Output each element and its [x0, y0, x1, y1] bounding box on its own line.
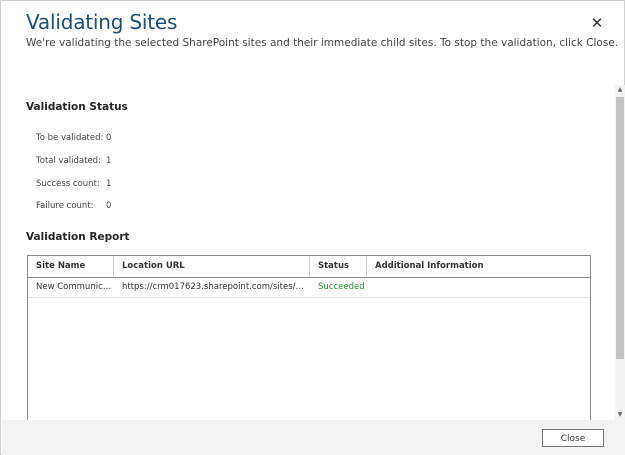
dialog-content: Validation Status To be validated: 0 Tot…: [2, 85, 625, 420]
failure-count-value: 0: [106, 201, 112, 211]
validation-status-heading: Validation Status: [26, 101, 128, 113]
table-row[interactable]: New Communicati... https://crm017623.sha…: [28, 278, 590, 298]
column-header-location-url[interactable]: Location URL: [114, 256, 310, 277]
failure-count-label: Failure count:: [36, 201, 94, 211]
cell-additional-information: [367, 278, 590, 297]
to-be-validated-value: 0: [106, 133, 112, 143]
validation-report-grid: Site Name Location URL Status Additional…: [27, 255, 591, 420]
column-header-status[interactable]: Status: [310, 256, 367, 277]
scroll-up-icon[interactable]: ▲: [615, 85, 625, 95]
to-be-validated-label: To be validated:: [36, 133, 104, 143]
total-validated-value: 1: [106, 156, 112, 166]
success-count-label: Success count:: [36, 179, 100, 189]
cell-site-name: New Communicati...: [36, 282, 114, 292]
column-header-additional-information[interactable]: Additional Information: [367, 256, 590, 277]
column-header-site-name[interactable]: Site Name: [28, 256, 114, 277]
dialog-title: Validating Sites: [26, 10, 178, 34]
success-count-value: 1: [106, 179, 112, 189]
total-validated-label: Total validated:: [36, 156, 101, 166]
dialog-subtitle: We're validating the selected SharePoint…: [26, 37, 619, 49]
cell-location-url: https://crm017623.sharepoint.com/sites/N…: [122, 282, 310, 292]
scrollbar-thumb[interactable]: [616, 97, 624, 359]
validation-report-heading: Validation Report: [26, 231, 130, 243]
dialog-footer: Close: [2, 420, 625, 455]
grid-header: Site Name Location URL Status Additional…: [28, 256, 590, 278]
close-button[interactable]: Close: [542, 429, 604, 447]
vertical-scrollbar[interactable]: ▲ ▼: [615, 85, 625, 420]
close-icon[interactable]: ✕: [589, 15, 605, 31]
cell-status: Succeeded: [318, 282, 365, 292]
validating-sites-dialog: Validating Sites ✕ We're validating the …: [0, 0, 625, 455]
scroll-down-icon[interactable]: ▼: [615, 410, 625, 420]
